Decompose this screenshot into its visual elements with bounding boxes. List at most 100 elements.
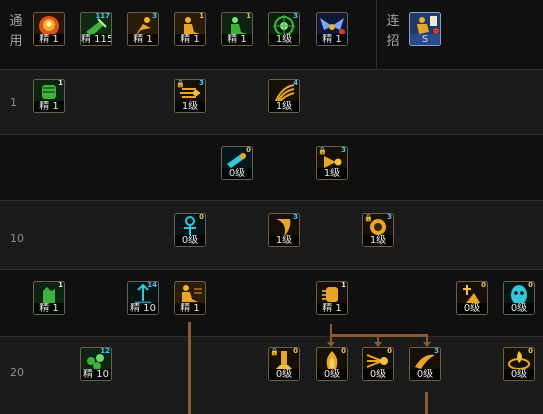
connector-line xyxy=(188,322,191,414)
skill-level: 精 1 xyxy=(175,34,205,45)
skill-level: 精 1 xyxy=(34,303,64,314)
tree-skill-slot[interactable]: 0 0级 xyxy=(503,281,535,315)
divider xyxy=(0,200,543,201)
tree-skill-slot[interactable]: 0 0级 xyxy=(362,347,394,381)
skill-point-count: 4 xyxy=(293,79,298,87)
skill-point-count: 3 xyxy=(293,12,298,20)
skill-level: 1级 xyxy=(363,235,393,246)
tree-skill-slot[interactable]: 1 精 1 xyxy=(316,281,348,315)
skill-point-count: 0 xyxy=(293,347,298,355)
skill-point-count: 3 xyxy=(199,79,204,87)
skill-level: 0级 xyxy=(410,369,440,380)
skill-point-count: 0 xyxy=(341,347,346,355)
skill-level: 0级 xyxy=(504,303,534,314)
connector-line xyxy=(425,392,428,414)
skill-level: 1级 xyxy=(175,101,205,112)
skill-level: 精 1 xyxy=(128,34,158,45)
tree-skill-slot[interactable]: 精 1 xyxy=(174,281,206,315)
skill-level: 精 1 xyxy=(34,101,64,112)
lock-icon: 🔒 xyxy=(318,147,327,155)
divider xyxy=(0,336,543,337)
skill-point-count: 3 xyxy=(387,213,392,221)
skill-level: 精 115 xyxy=(81,34,111,45)
common-skill-slot[interactable]: 3 精 1 xyxy=(127,12,159,46)
skill-point-count: 3 xyxy=(341,146,346,154)
tree-skill-slot[interactable]: 14 精 10 xyxy=(127,281,159,315)
tree-skill-slot[interactable]: 1 精 1 xyxy=(33,281,65,315)
skill-point-count: 1 xyxy=(58,281,63,289)
tree-skill-slot[interactable]: 3 0级 xyxy=(409,347,441,381)
common-skill-slot[interactable]: 117 精 115 xyxy=(80,12,112,46)
combo-slot[interactable]: S xyxy=(409,12,441,46)
row-level-label-10: 10 xyxy=(10,232,24,245)
tree-skill-slot[interactable]: 🔒 0 0级 xyxy=(268,347,300,381)
skill-level: 1级 xyxy=(269,101,299,112)
lock-icon: 🔒 xyxy=(176,80,185,88)
divider xyxy=(0,134,543,135)
skill-level: 1级 xyxy=(269,235,299,246)
skill-level: 精 10 xyxy=(128,303,158,314)
skill-point-count: 0 xyxy=(528,347,533,355)
skill-level: 0级 xyxy=(175,235,205,246)
combo-grade: S xyxy=(410,34,440,45)
lock-icon: 🔒 xyxy=(364,214,373,222)
combo-label-char: 招 xyxy=(386,34,400,49)
tree-skill-slot[interactable]: 0 0级 xyxy=(174,213,206,247)
skill-point-count: 0 xyxy=(528,281,533,289)
skill-point-count: 1 xyxy=(246,12,251,20)
tree-skill-slot[interactable]: 🔒 3 1级 xyxy=(316,146,348,180)
skill-point-count: 0 xyxy=(246,146,251,154)
common-category-label: 通 用 xyxy=(9,12,23,52)
divider xyxy=(0,69,543,70)
tree-skill-slot[interactable]: 1 精 1 xyxy=(33,79,65,113)
skill-level: 0级 xyxy=(363,369,393,380)
combo-label-char: 连 xyxy=(386,14,400,29)
tree-skill-slot[interactable]: 🔒 3 1级 xyxy=(362,213,394,247)
skill-point-count: 0 xyxy=(481,281,486,289)
combo-category-label: 连 招 xyxy=(386,12,400,52)
skill-point-count: 12 xyxy=(100,347,110,355)
tree-skill-slot[interactable]: 0 0级 xyxy=(221,146,253,180)
common-skill-slot[interactable]: 3 1级 xyxy=(268,12,300,46)
tree-row-2 xyxy=(0,135,543,200)
skill-point-count: 0 xyxy=(199,213,204,221)
skill-point-count: 3 xyxy=(434,347,439,355)
divider xyxy=(0,269,543,270)
skill-point-count: 1 xyxy=(341,281,346,289)
row-level-label-1: 1 xyxy=(10,96,17,109)
tree-skill-slot[interactable]: 🔒 3 1级 xyxy=(174,79,206,113)
skill-level: 精 1 xyxy=(222,34,252,45)
skill-point-count: 117 xyxy=(95,12,110,20)
tree-skill-slot[interactable]: 12 精 10 xyxy=(80,347,112,381)
skill-level: 精 10 xyxy=(81,369,111,380)
skill-level: 精 1 xyxy=(175,303,205,314)
skill-point-count: 1 xyxy=(58,79,63,87)
skill-level: 0级 xyxy=(457,303,487,314)
tree-skill-slot[interactable]: 4 1级 xyxy=(268,79,300,113)
skill-point-count: 0 xyxy=(387,347,392,355)
skill-level: 1级 xyxy=(317,168,347,179)
tree-skill-slot[interactable]: 3 1级 xyxy=(268,213,300,247)
connector-line xyxy=(330,334,428,337)
lock-icon: 🔒 xyxy=(270,348,279,356)
common-skill-slot[interactable]: 精 1 xyxy=(33,12,65,46)
tree-skill-slot[interactable]: 0 0级 xyxy=(316,347,348,381)
skill-level: 精 1 xyxy=(317,303,347,314)
combo-divider xyxy=(376,0,377,69)
skill-level: 精 1 xyxy=(34,34,64,45)
common-skill-slot[interactable]: 精 1 xyxy=(316,12,348,46)
skill-level: 0级 xyxy=(222,168,252,179)
common-label-char: 通 xyxy=(9,14,23,29)
common-skill-slot[interactable]: 1 精 1 xyxy=(221,12,253,46)
skill-point-count: 14 xyxy=(147,281,157,289)
skill-level: 精 1 xyxy=(317,34,347,45)
tree-skill-slot[interactable]: 0 0级 xyxy=(503,347,535,381)
skill-level: 0级 xyxy=(504,369,534,380)
tree-skill-slot[interactable]: 0 0级 xyxy=(456,281,488,315)
row-level-label-20: 20 xyxy=(10,366,24,379)
skill-point-count: 3 xyxy=(152,12,157,20)
common-label-char: 用 xyxy=(9,34,23,49)
common-skill-slot[interactable]: 1 精 1 xyxy=(174,12,206,46)
skill-point-count: 1 xyxy=(199,12,204,20)
skill-level: 1级 xyxy=(269,34,299,45)
